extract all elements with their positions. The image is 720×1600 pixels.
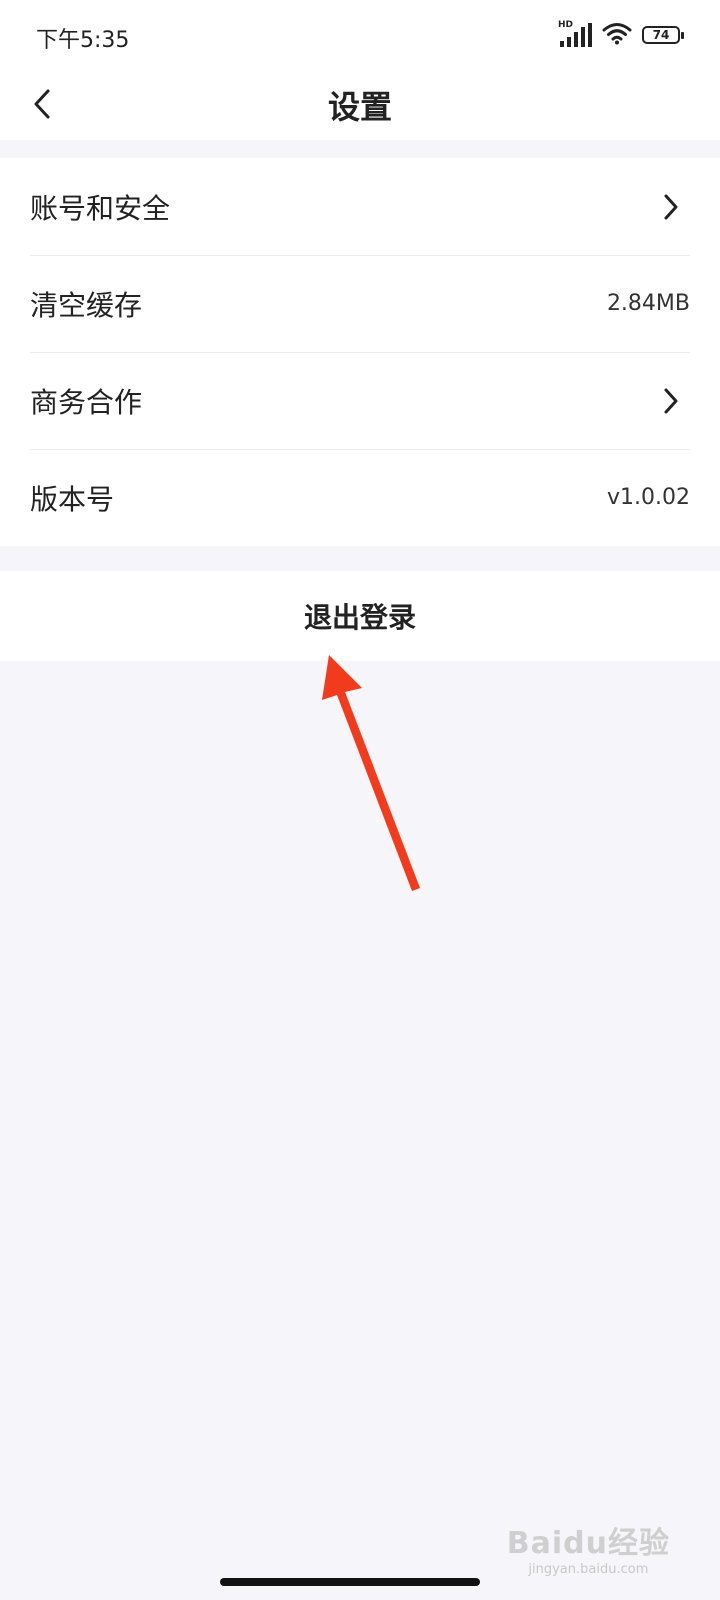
logout-button[interactable]: 退出登录 [0,571,720,661]
nav-bar: 设置 [0,70,720,140]
settings-item-version: 版本号 v1.0.02 [0,449,720,546]
settings-item-clear-cache[interactable]: 清空缓存 2.84MB [0,255,720,352]
chevron-right-icon [660,386,682,416]
settings-item-label: 版本号 [30,482,115,516]
status-icons: HD 74 [558,20,684,50]
wifi-icon [602,21,632,49]
cache-size-value: 2.84MB [606,291,690,316]
logout-label: 退出登录 [303,601,416,634]
status-bar: 下午5:35 HD 74 [0,0,720,70]
settings-item-account-security[interactable]: 账号和安全 [0,158,720,255]
version-value: v1.0.02 [607,485,690,510]
settings-item-label: 账号和安全 [30,191,171,225]
settings-item-label: 商务合作 [30,385,143,419]
settings-item-business[interactable]: 商务合作 [0,352,720,449]
watermark-url: jingyan.baidu.com [528,1562,649,1577]
watermark: Baidu经验 jingyan.baidu.com [507,1518,670,1577]
chevron-right-icon [660,192,682,222]
settings-item-label: 清空缓存 [30,288,143,322]
settings-list: 账号和安全 清空缓存 2.84MB 商务合作 版本号 v1.0.02 [0,158,720,546]
battery-level: 74 [652,28,670,42]
page-title: 设置 [327,88,392,126]
status-time: 下午5:35 [36,28,130,53]
battery-icon: 74 [642,26,684,44]
home-indicator[interactable] [220,1578,480,1586]
signal-icon: HD [558,20,592,48]
watermark-logo: Baidu经验 [506,1526,670,1561]
